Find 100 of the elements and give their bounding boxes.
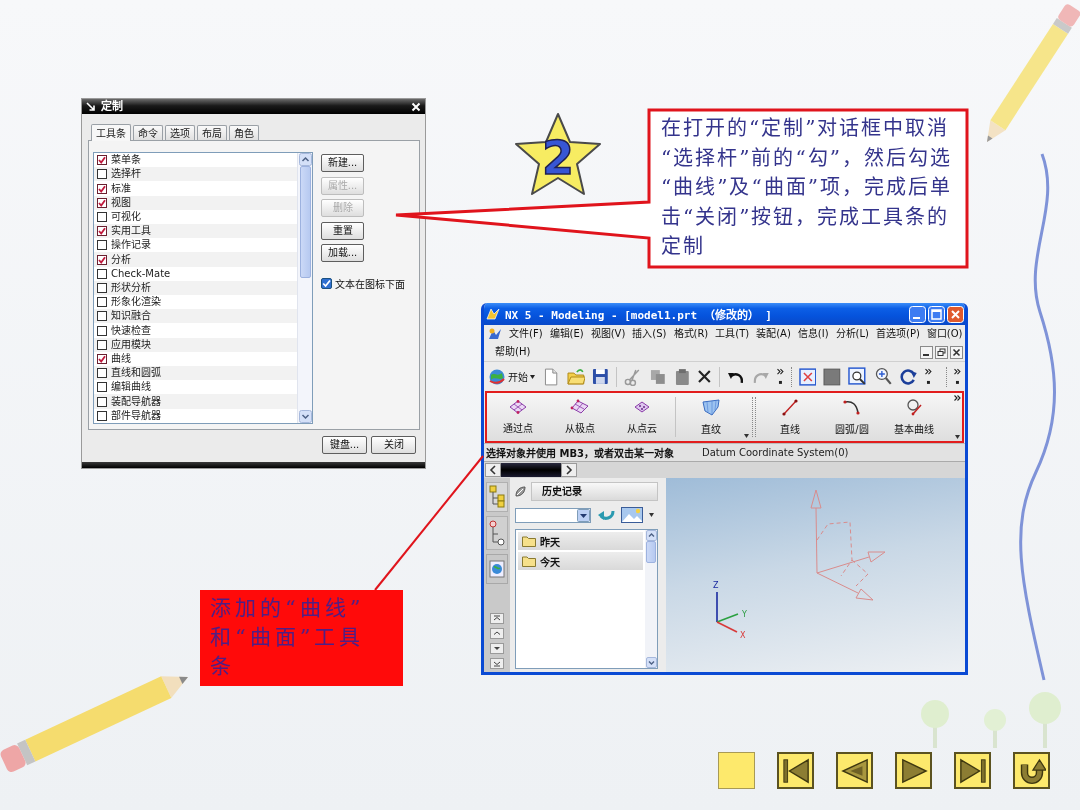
menu-item[interactable]: 信息(I) [796,326,830,342]
toolbar-button[interactable]: 直线 [759,393,821,441]
menu-item[interactable]: 窗口(O) [925,326,964,342]
scroll-bottom-icon[interactable] [490,658,504,669]
maximize-icon[interactable] [928,305,945,323]
fit-view-icon[interactable] [798,367,817,386]
shaded-square-icon[interactable] [823,367,842,386]
scroll-top-icon[interactable] [490,613,504,624]
overflow-chevron-icon[interactable] [954,395,961,401]
scrollbar-thumb[interactable] [299,166,311,278]
scroll-up-icon[interactable] [645,530,657,541]
scroll-up-icon[interactable] [490,628,504,639]
checkbox[interactable] [97,339,107,350]
history-item[interactable]: 昨天 [518,532,643,550]
checkbox[interactable] [97,254,107,265]
chevron-left-icon[interactable] [485,463,501,477]
scroll-down-icon[interactable] [490,643,504,654]
chevron-right-icon[interactable] [561,463,577,477]
nx-menu-icon[interactable] [487,327,503,341]
toolbar-list-item[interactable]: 装配导航器 [94,394,297,409]
navigator-title[interactable]: 历史记录 [531,481,658,501]
caret-icon[interactable] [955,435,960,439]
picture-icon[interactable] [621,507,643,523]
copy-icon[interactable] [648,367,667,386]
return-button[interactable] [1013,752,1050,789]
restore-icon[interactable] [935,345,948,359]
last-slide-button[interactable] [954,752,991,789]
scroll-down-icon[interactable] [298,410,312,423]
checkbox[interactable] [97,382,107,393]
menu-item[interactable]: 分析(L) [834,326,870,342]
dialog-button[interactable]: 关闭 [371,436,416,454]
toolbar-list-item[interactable]: 实用工具 [94,224,297,239]
menu-item[interactable]: 首选项(P) [875,326,921,342]
overflow-chevron-icon[interactable] [776,367,784,386]
zoom-window-icon[interactable] [848,367,867,386]
menu-item[interactable]: 编辑(E) [548,326,585,342]
dialog-button[interactable]: 加载... [321,244,364,262]
toolbar-button[interactable]: 从点云 [611,393,673,441]
checkbox[interactable] [97,197,107,208]
scroll-down-icon[interactable] [645,657,657,668]
previous-slide-button[interactable] [836,752,873,789]
first-slide-button[interactable] [777,752,814,789]
scroll-up-icon[interactable] [298,153,312,166]
checkbox[interactable] [97,410,107,421]
minimize-icon[interactable] [920,345,933,359]
history-item[interactable]: 今天 [518,552,643,570]
back-arrow-icon[interactable] [597,508,615,522]
checkbox[interactable] [97,282,107,293]
checkbox[interactable] [97,226,107,237]
overflow-chevron-icon[interactable] [925,367,933,386]
checkbox[interactable] [97,155,107,166]
dialog-button[interactable]: 重置 [321,221,364,240]
checkbox[interactable] [97,353,107,364]
scrollbar-thumb[interactable] [646,541,656,563]
checkbox[interactable] [97,396,107,407]
dialog-button[interactable]: 键盘... [322,436,367,454]
part-tree-icon[interactable] [486,516,508,550]
overflow-chevron-icon[interactable] [954,367,961,386]
toolbar-list-item[interactable]: 直线和圆弧 [94,366,297,381]
menu-item[interactable]: 视图(V) [589,326,627,342]
menu-item[interactable]: 格式(R) [672,326,710,342]
next-slide-button[interactable] [895,752,932,789]
checkbox[interactable] [97,368,107,379]
toolbar-button[interactable]: 基本曲线 [883,393,945,441]
checkbox[interactable] [97,297,107,308]
checkbox[interactable] [97,183,107,194]
tab[interactable]: 布局 [197,125,227,140]
browser-icon[interactable] [486,554,508,584]
checkbox[interactable] [97,311,107,322]
checkbox[interactable] [97,169,107,180]
rotate-icon[interactable] [899,367,919,386]
tab[interactable]: 工具条 [91,124,131,141]
menu-item[interactable]: 工具(T) [714,326,751,342]
close-icon[interactable] [950,345,963,359]
document-icon[interactable] [542,367,560,386]
zoom-in-icon[interactable] [873,367,893,386]
menu-item[interactable]: 插入(S) [631,326,668,342]
checkbox[interactable] [97,268,107,279]
tab[interactable]: 命令 [133,125,163,140]
checkbox[interactable] [97,211,107,222]
tab[interactable]: 角色 [229,125,259,140]
caret-icon[interactable] [649,513,654,517]
x-mark-icon[interactable] [697,369,713,384]
toolbar-button[interactable]: 从极点 [549,393,611,441]
tab[interactable]: 选项 [165,125,195,140]
start-button[interactable]: 开始 [488,367,535,386]
menu-item[interactable]: 帮助(H) [494,344,532,360]
toolbar-list-item[interactable]: 分析 [94,252,297,267]
caret-icon[interactable] [744,434,749,438]
dialog-button[interactable]: 新建... [321,154,364,172]
toolbar-button[interactable]: 圆弧/圆 [821,393,883,441]
menu-item[interactable]: 装配(A) [755,326,792,342]
checkbox[interactable] [97,325,107,336]
toolbar-list-item[interactable]: 知识融合 [94,309,297,324]
checkbox[interactable] [321,277,332,289]
toolbar-button[interactable]: 直纹 [678,393,744,441]
checkbox[interactable] [97,240,107,251]
menu-item[interactable]: 文件(F) [508,326,544,342]
toolbar-list-item[interactable]: 选择杆 [94,167,297,182]
toolbar-button[interactable]: 通过点 [487,393,549,441]
